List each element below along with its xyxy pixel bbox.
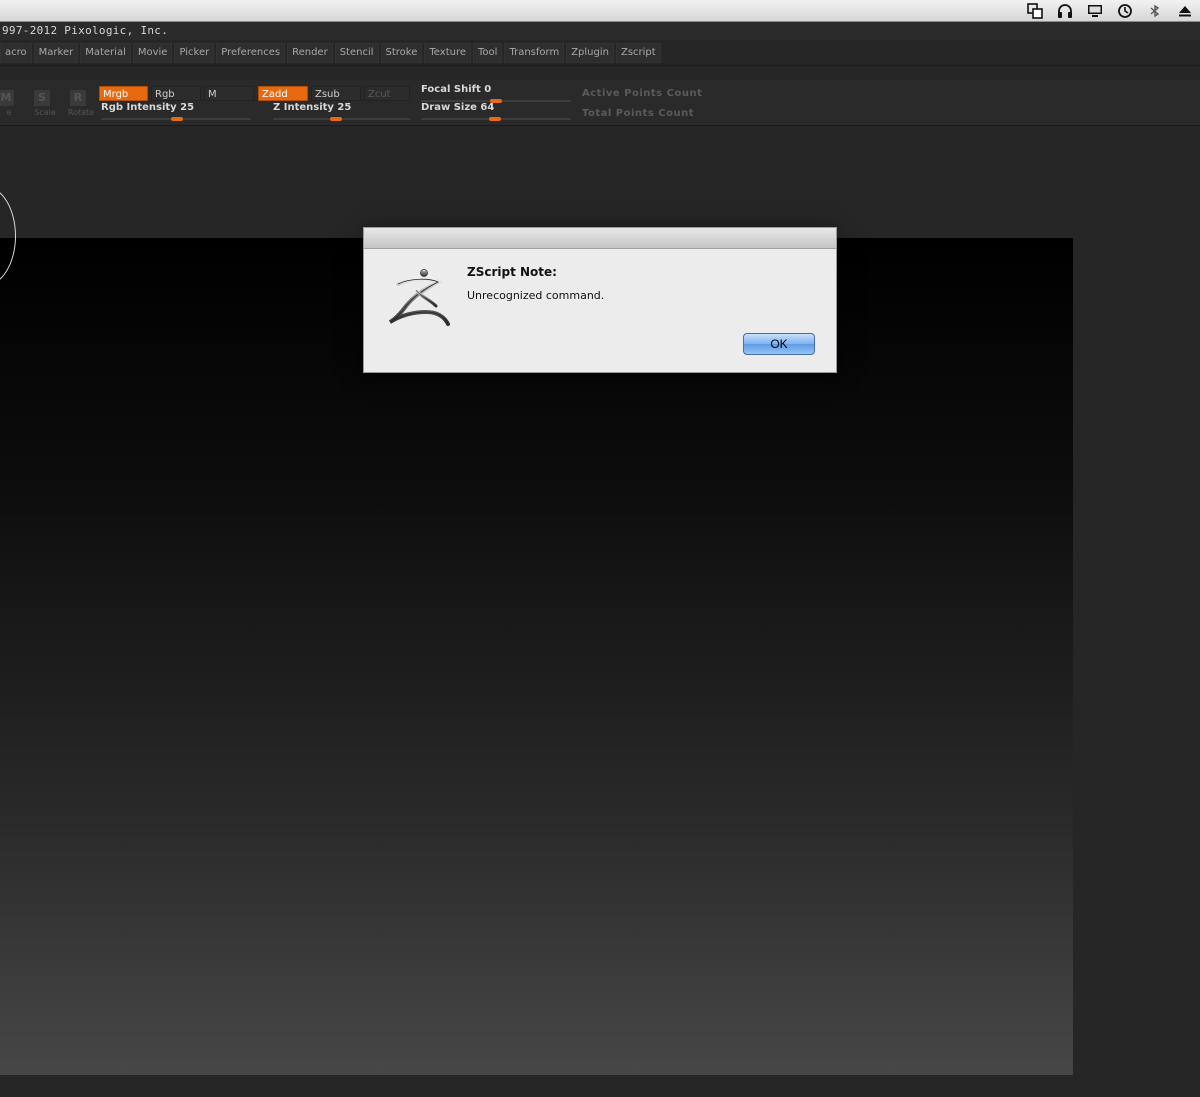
move-icon: M [0,90,14,106]
zsub-button[interactable]: Zsub [311,86,361,101]
draw-size-knob[interactable] [489,117,501,121]
z-intensity-slider[interactable]: Z Intensity 25 [273,102,410,121]
menu-transform[interactable]: Transform [504,43,565,63]
zcut-button[interactable]: Zcut [364,86,410,101]
display-icon[interactable] [1086,2,1104,20]
move-tool[interactable]: M e [0,90,22,118]
total-points-count: Total Points Count [582,108,694,119]
time-machine-icon[interactable] [1116,2,1134,20]
rotate-tool-label: Rotate [67,108,95,117]
rgb-intensity-label: Rgb Intensity 25 [101,102,195,113]
menu-marker[interactable]: Marker [33,43,79,63]
main-menu-bar: acro Marker Material Movie Picker Prefer… [0,43,661,63]
active-points-count: Active Points Count [582,88,703,99]
menu-divider [0,65,1200,66]
menu-zscript[interactable]: Zscript [615,43,661,63]
dialog-message: Unrecognized command. [467,289,605,302]
m-button[interactable]: M [204,86,254,101]
menu-render[interactable]: Render [287,43,333,63]
scale-tool[interactable]: S Scale [28,90,58,118]
menu-movie[interactable]: Movie [132,43,173,63]
zbrush-window: 997-2012 Pixologic, Inc. acro Marker Mat… [0,22,1200,1097]
menubar-status-icons [1026,0,1194,21]
ok-button[interactable]: OK [743,333,815,355]
focal-shift-slider[interactable]: Focal Shift 0 [421,84,571,103]
app-titlebar: 997-2012 Pixologic, Inc. [0,22,1200,40]
menu-texture[interactable]: Texture [424,43,471,63]
scale-icon: S [34,90,50,106]
bluetooth-icon[interactable] [1146,2,1164,20]
menu-stroke[interactable]: Stroke [380,43,423,63]
draw-size-label: Draw Size 64 [421,102,495,113]
windows-icon[interactable] [1026,2,1044,20]
rgb-intensity-slider[interactable]: Rgb Intensity 25 [101,102,251,121]
menu-zplugin[interactable]: Zplugin [566,43,614,63]
dialog-titlebar [364,228,836,249]
menu-preferences[interactable]: Preferences [216,43,286,63]
dialog-title: ZScript Note: [467,265,557,279]
copyright-text: 997-2012 Pixologic, Inc. [2,24,169,37]
system-menubar [0,0,1200,22]
rgb-button[interactable]: Rgb [151,86,201,101]
zadd-button[interactable]: Zadd [258,86,308,101]
mrgb-button[interactable]: Mrgb [99,86,148,101]
menu-stencil[interactable]: Stencil [334,43,379,63]
zscript-note-dialog: ZScript Note: Unrecognized command. OK [363,227,837,373]
headphones-icon[interactable] [1056,2,1074,20]
menu-material[interactable]: Material [80,43,131,63]
brush-toolbar: M e S Scale R Rotate Mrgb Rgb M Rgb Inte… [0,80,1200,126]
zbrush-logo-icon [386,266,452,326]
rotate-tool[interactable]: R Rotate [64,90,94,118]
rgb-intensity-knob[interactable] [171,117,183,121]
z-intensity-label: Z Intensity 25 [273,102,352,113]
menu-macro[interactable]: acro [0,43,32,63]
rotate-icon: R [70,90,86,106]
z-intensity-knob[interactable] [330,117,342,121]
menu-picker[interactable]: Picker [174,43,215,63]
draw-size-slider[interactable]: Draw Size 64 [421,102,571,121]
focal-shift-label: Focal Shift 0 [421,84,492,95]
menu-tool[interactable]: Tool [473,43,503,63]
eject-icon[interactable] [1176,2,1194,20]
scale-tool-label: Scale [34,108,56,117]
move-tool-label: e [6,108,12,117]
